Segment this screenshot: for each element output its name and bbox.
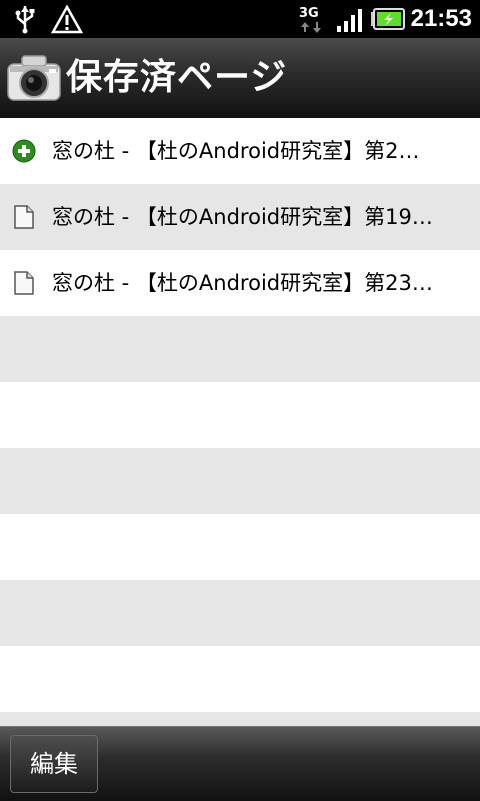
list-item-add[interactable]: 窓の杜 - 【杜のAndroid研究室】第2… bbox=[0, 118, 480, 184]
saved-pages-list: 窓の杜 - 【杜のAndroid研究室】第2… 窓の杜 - 【杜のAndroid… bbox=[0, 118, 480, 726]
empty-row bbox=[0, 712, 480, 726]
3g-data-icon: 3G bbox=[299, 6, 321, 33]
empty-row bbox=[0, 382, 480, 448]
clock: 21:53 bbox=[410, 5, 472, 32]
page-icon bbox=[14, 271, 34, 295]
page-title: 保存済ページ bbox=[66, 57, 288, 98]
empty-row bbox=[0, 514, 480, 580]
usb-icon bbox=[15, 6, 35, 34]
page-icon bbox=[14, 205, 34, 229]
camera-icon bbox=[7, 55, 61, 101]
add-icon bbox=[12, 139, 36, 163]
bottom-bar: 編集 bbox=[0, 726, 480, 801]
list-item[interactable]: 窓の杜 - 【杜のAndroid研究室】第23… bbox=[0, 250, 480, 316]
list-item-title: 窓の杜 - 【杜のAndroid研究室】第19… bbox=[52, 205, 433, 229]
empty-row bbox=[0, 646, 480, 712]
warning-icon bbox=[50, 4, 84, 34]
empty-row bbox=[0, 580, 480, 646]
title-bar: 保存済ページ bbox=[0, 38, 480, 120]
list-item-title: 窓の杜 - 【杜のAndroid研究室】第2… bbox=[52, 139, 420, 163]
network-type: 3G bbox=[299, 6, 319, 21]
empty-row bbox=[0, 448, 480, 514]
signal-icon bbox=[337, 9, 362, 32]
list-item-title: 窓の杜 - 【杜のAndroid研究室】第23… bbox=[52, 271, 433, 295]
edit-button[interactable]: 編集 bbox=[10, 735, 98, 793]
empty-row bbox=[0, 316, 480, 382]
battery-charging-icon bbox=[371, 8, 405, 30]
status-bar: 3G 21:53 bbox=[0, 0, 480, 38]
list-item[interactable]: 窓の杜 - 【杜のAndroid研究室】第19… bbox=[0, 184, 480, 250]
